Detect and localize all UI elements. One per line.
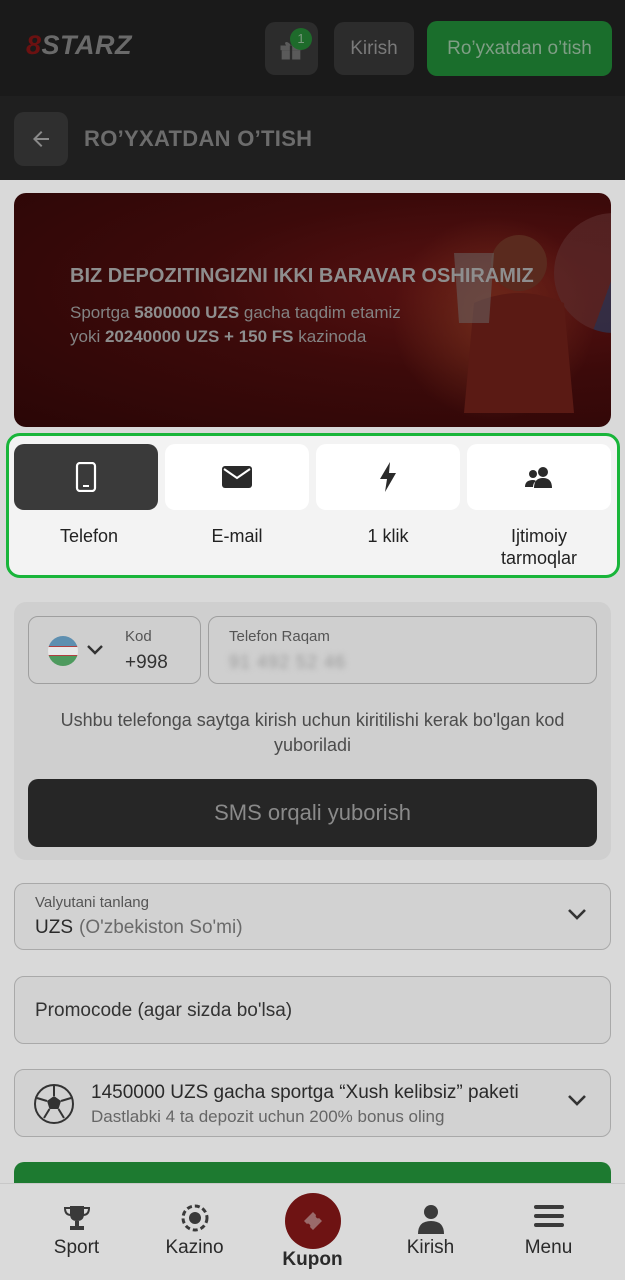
tab-social-networks[interactable] [467, 444, 611, 510]
page-title: RO’YXATDAN O’TISH [84, 126, 313, 151]
uzbekistan-flag-icon [48, 636, 78, 666]
top-header: 8STARZ 1 Kirish Ro’yxatdan o’tish [0, 0, 625, 96]
code-label: Kod [125, 628, 152, 645]
nav-label-kirish: Kirish [406, 1237, 455, 1258]
chevron-down-icon [568, 909, 586, 920]
bonus-subtitle: Dastlabki 4 ta depozit uchun 200% bonus … [91, 1107, 445, 1126]
bolt-icon [380, 462, 396, 492]
nav-label-kazino: Kazino [165, 1237, 224, 1258]
promo-banner[interactable]: BIZ DEPOZITINGIZNI IKKI BARAVAR OSHIRAMI… [14, 193, 611, 427]
promocode-input[interactable]: Promocode (agar sizda bo'lsa) [14, 976, 611, 1044]
gift-button[interactable] [265, 22, 318, 75]
hamburger-menu-icon [533, 1205, 564, 1227]
tab-label-one-click: 1 klik [367, 526, 409, 546]
register-button[interactable]: Ro’yxatdan o’tish [427, 21, 612, 76]
currency-value: UZS (O'zbekiston So'mi) [35, 917, 243, 938]
back-button[interactable] [14, 112, 68, 166]
promocode-placeholder: Promocode (agar sizda bo'lsa) [35, 1000, 293, 1021]
nav-label-kupon: Kupon [282, 1249, 343, 1270]
nav-kazino[interactable]: Kazino [132, 1184, 257, 1280]
bonus-title: 1450000 UZS gacha sportga “Xush kelibsiz… [91, 1082, 519, 1103]
currency-label: Valyutani tanlang [35, 894, 149, 911]
trophy-image [454, 235, 574, 413]
page-header: RO’YXATDAN O’TISH [0, 96, 625, 180]
kupon-button[interactable] [285, 1193, 341, 1249]
nav-menu[interactable]: Menu [486, 1184, 611, 1280]
gift-count-badge: 1 [290, 28, 312, 50]
phone-icon [75, 462, 97, 492]
tab-label-telefon: Telefon [59, 526, 119, 546]
code-value: +998 [125, 652, 168, 673]
login-button[interactable]: Kirish [334, 22, 414, 75]
chevron-down-icon [568, 1095, 586, 1106]
send-sms-button[interactable]: SMS orqali yuborish [28, 779, 597, 847]
casino-chip-icon [181, 1204, 208, 1232]
soccer-ball-icon [34, 1084, 74, 1124]
nav-kirish[interactable]: Kirish [368, 1184, 493, 1280]
phone-form: Kod +998 Telefon Raqam 91 492 52 46 Ushb… [14, 602, 611, 860]
phone-number-label: Telefon Raqam [229, 628, 330, 645]
tab-label-social-networks: Ijtimoiy tarmoqlar [500, 526, 578, 568]
phone-number-value: 91 492 52 46 [229, 652, 347, 672]
envelope-icon [222, 466, 252, 488]
banner-line-1: Sportga 5800000 UZS gacha taqdim etamiz [70, 303, 401, 322]
banner-title: BIZ DEPOZITINGIZNI IKKI BARAVAR OSHIRAMI… [70, 265, 534, 287]
tab-one-click[interactable] [316, 444, 460, 510]
country-code-select[interactable]: Kod +998 [28, 616, 201, 684]
nav-sport[interactable]: Sport [14, 1184, 139, 1280]
currency-select[interactable]: Valyutani tanlang UZS (O'zbekiston So'mi) [14, 883, 611, 950]
sms-hint-text: Ushbu telefonga saytga kirish uchun kiri… [60, 710, 565, 755]
nav-label-menu: Menu [524, 1237, 573, 1258]
nav-label-sport: Sport [53, 1237, 100, 1258]
ticket-icon [304, 1212, 322, 1230]
users-icon [525, 467, 552, 488]
chevron-down-icon [87, 645, 103, 655]
tab-telefon[interactable] [14, 444, 158, 510]
banner-line-2: yoki 20240000 UZS + 150 FS kazinoda [70, 327, 367, 346]
brand-logo[interactable]: 8STARZ [26, 30, 132, 61]
tab-email[interactable] [165, 444, 309, 510]
arrow-left-icon [33, 131, 49, 147]
phone-number-field[interactable]: Telefon Raqam 91 492 52 46 [208, 616, 597, 684]
registration-method-tabs: Telefon E-mail 1 klik Ijtimoiy tarmoqlar [6, 433, 620, 578]
trophy-icon [63, 1206, 90, 1230]
tab-label-email: E-mail [211, 526, 263, 546]
user-icon [417, 1205, 444, 1234]
bonus-select[interactable]: 1450000 UZS gacha sportga “Xush kelibsiz… [14, 1069, 611, 1137]
